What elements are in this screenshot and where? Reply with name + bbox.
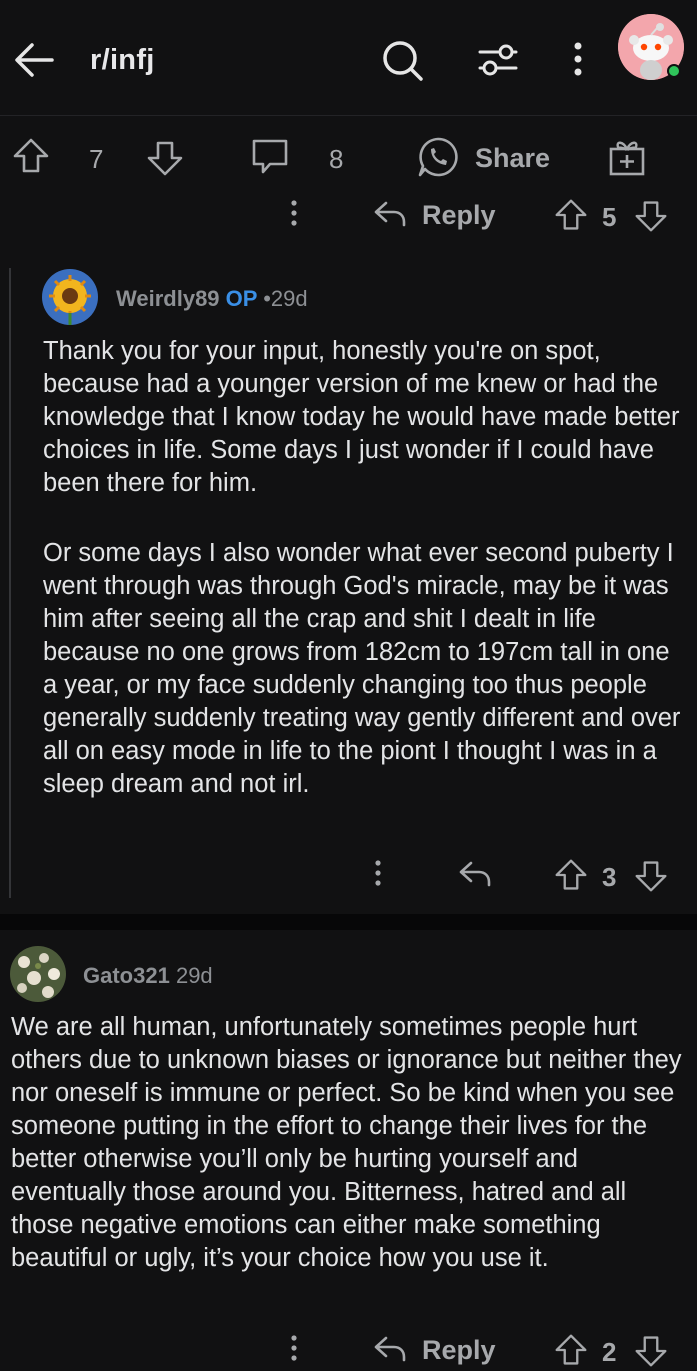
subreddit-title[interactable]: r/infj: [90, 44, 155, 77]
avatar[interactable]: [10, 946, 66, 1002]
upvote-icon[interactable]: [554, 858, 588, 892]
op-badge: OP: [225, 286, 258, 311]
separator-dot: •: [263, 286, 271, 311]
comment-icon[interactable]: [250, 137, 290, 177]
more-vertical-icon[interactable]: [556, 38, 600, 82]
username[interactable]: Gato321: [83, 963, 170, 988]
post-action-bar: 7 8 Share: [0, 117, 697, 197]
reply-arrow-icon[interactable]: [372, 1333, 408, 1367]
comment-body-paragraph: Thank you for your input, honestly you'r…: [43, 337, 687, 497]
search-icon[interactable]: [380, 38, 424, 82]
reply-arrow-icon[interactable]: [372, 198, 408, 232]
timestamp: 29d: [270, 286, 308, 311]
back-arrow-icon[interactable]: [12, 38, 56, 82]
top-bar: r/infj: [0, 0, 697, 116]
timestamp: 29d: [175, 963, 213, 988]
share-icon[interactable]: [417, 136, 459, 178]
comment-actions: Reply 2: [0, 1325, 697, 1371]
comment-header: Gato321 29d: [83, 963, 213, 989]
downvote-icon[interactable]: [146, 139, 184, 177]
more-vertical-icon[interactable]: [284, 1333, 304, 1367]
downvote-icon[interactable]: [634, 199, 668, 233]
comment-count[interactable]: 8: [329, 144, 343, 175]
comment-actions: 3: [0, 852, 697, 902]
upvote-icon[interactable]: [554, 198, 588, 232]
downvote-icon[interactable]: [634, 859, 668, 893]
reply-button[interactable]: Reply: [422, 1335, 496, 1366]
reply-button[interactable]: Reply: [422, 200, 496, 231]
filter-icon[interactable]: [476, 38, 520, 82]
more-vertical-icon[interactable]: [368, 858, 388, 892]
comment-vote-count: 5: [602, 202, 617, 232]
post-vote-count: 7: [89, 144, 104, 174]
comment-body-paragraph: Or some days I also wonder what ever sec…: [43, 539, 688, 798]
comment-divider: [0, 914, 697, 930]
upvote-icon[interactable]: [12, 137, 50, 175]
share-button[interactable]: Share: [475, 143, 550, 174]
avatar[interactable]: [42, 269, 98, 325]
downvote-icon[interactable]: [634, 1334, 668, 1368]
online-status-dot: [667, 64, 681, 78]
thread-line[interactable]: [9, 268, 11, 898]
comment-header: Weirdly89 OP •29d: [116, 286, 308, 312]
username[interactable]: Weirdly89: [116, 286, 220, 311]
award-gift-icon[interactable]: [607, 137, 647, 177]
comment-body-paragraph: We are all human, unfortunately sometime…: [11, 1013, 689, 1272]
reply-arrow-icon[interactable]: [457, 858, 493, 892]
parent-comment-actions: Reply 5: [0, 190, 697, 240]
comment-vote-count: 3: [602, 862, 617, 892]
comment-vote-count: 2: [602, 1337, 617, 1367]
upvote-icon[interactable]: [554, 1333, 588, 1367]
more-vertical-icon[interactable]: [284, 198, 304, 232]
